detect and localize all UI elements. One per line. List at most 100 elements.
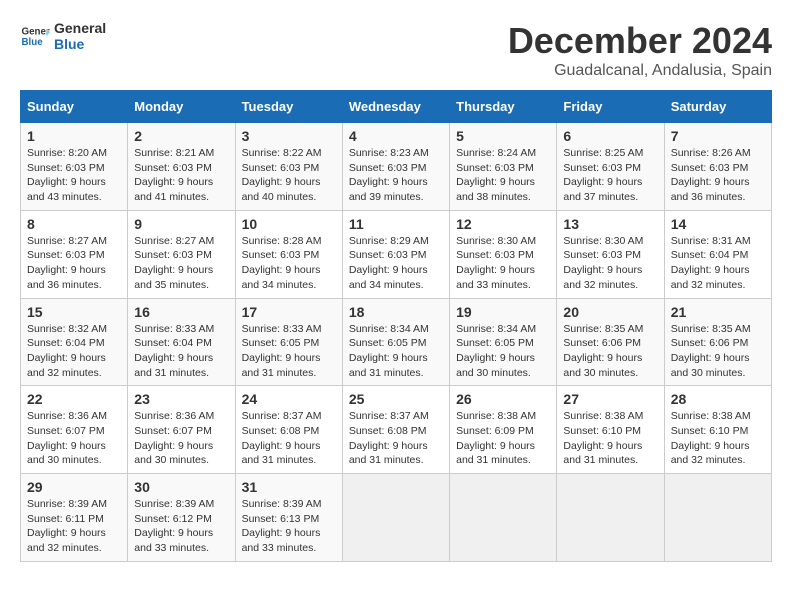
day-number: 22 <box>27 391 121 407</box>
day-info: Sunrise: 8:31 AMSunset: 6:04 PMDaylight:… <box>671 234 765 293</box>
calendar-table: SundayMondayTuesdayWednesdayThursdayFrid… <box>20 90 772 562</box>
calendar-cell: 29 Sunrise: 8:39 AMSunset: 6:11 PMDayligh… <box>21 474 128 562</box>
calendar-cell: 16Sunrise: 8:33 AMSunset: 6:04 PMDayligh… <box>128 298 235 386</box>
day-number: 11 <box>349 216 443 232</box>
day-info: Sunrise: 8:20 AMSunset: 6:03 PMDaylight:… <box>27 146 121 205</box>
day-info: Sunrise: 8:29 AMSunset: 6:03 PMDaylight:… <box>349 234 443 293</box>
day-info: Sunrise: 8:33 AMSunset: 6:04 PMDaylight:… <box>134 322 228 381</box>
day-info: Sunrise: 8:27 AMSunset: 6:03 PMDaylight:… <box>27 234 121 293</box>
calendar-cell: 8 Sunrise: 8:27 AMSunset: 6:03 PMDaylight… <box>21 210 128 298</box>
day-number: 23 <box>134 391 228 407</box>
svg-text:Blue: Blue <box>22 37 44 48</box>
day-info: Sunrise: 8:37 AMSunset: 6:08 PMDaylight:… <box>349 409 443 468</box>
day-info: Sunrise: 8:38 AMSunset: 6:10 PMDaylight:… <box>563 409 657 468</box>
calendar-cell: 11 Sunrise: 8:29 AMSunset: 6:03 PMDayligh… <box>342 210 449 298</box>
day-info: Sunrise: 8:36 AMSunset: 6:07 PMDaylight:… <box>27 409 121 468</box>
calendar-cell <box>664 474 771 562</box>
weekday-header-row: SundayMondayTuesdayWednesdayThursdayFrid… <box>21 91 772 123</box>
calendar-week-3: 15 Sunrise: 8:32 AMSunset: 6:04 PMDayligh… <box>21 298 772 386</box>
day-info: Sunrise: 8:30 AMSunset: 6:03 PMDaylight:… <box>563 234 657 293</box>
day-number: 24 <box>242 391 336 407</box>
calendar-cell: 2Sunrise: 8:21 AMSunset: 6:03 PMDaylight… <box>128 123 235 211</box>
day-info: Sunrise: 8:22 AMSunset: 6:03 PMDaylight:… <box>242 146 336 205</box>
day-info: Sunrise: 8:28 AMSunset: 6:03 PMDaylight:… <box>242 234 336 293</box>
calendar-cell: 17Sunrise: 8:33 AMSunset: 6:05 PMDayligh… <box>235 298 342 386</box>
day-info: Sunrise: 8:25 AMSunset: 6:03 PMDaylight:… <box>563 146 657 205</box>
day-info: Sunrise: 8:37 AMSunset: 6:08 PMDaylight:… <box>242 409 336 468</box>
day-info: Sunrise: 8:38 AMSunset: 6:10 PMDaylight:… <box>671 409 765 468</box>
logo-icon: General Blue <box>20 21 50 51</box>
calendar-cell: 23 Sunrise: 8:36 AMSunset: 6:07 PMDayligh… <box>128 386 235 474</box>
calendar-cell: 10 Sunrise: 8:28 AMSunset: 6:03 PMDayligh… <box>235 210 342 298</box>
day-number: 9 <box>134 216 228 232</box>
day-number: 15 <box>27 304 121 320</box>
calendar-cell: 27Sunrise: 8:38 AMSunset: 6:10 PMDayligh… <box>557 386 664 474</box>
day-number: 21 <box>671 304 765 320</box>
page-header: General Blue General Blue December 2024 … <box>20 20 772 80</box>
day-info: Sunrise: 8:34 AMSunset: 6:05 PMDaylight:… <box>456 322 550 381</box>
day-info: Sunrise: 8:23 AMSunset: 6:03 PMDaylight:… <box>349 146 443 205</box>
day-number: 8 <box>27 216 121 232</box>
calendar-week-2: 8 Sunrise: 8:27 AMSunset: 6:03 PMDaylight… <box>21 210 772 298</box>
day-number: 19 <box>456 304 550 320</box>
month-title: December 2024 <box>508 20 772 62</box>
calendar-cell: 21 Sunrise: 8:35 AMSunset: 6:06 PMDayligh… <box>664 298 771 386</box>
day-number: 7 <box>671 128 765 144</box>
calendar-cell: 26Sunrise: 8:38 AMSunset: 6:09 PMDayligh… <box>450 386 557 474</box>
calendar-cell: 5Sunrise: 8:24 AMSunset: 6:03 PMDaylight… <box>450 123 557 211</box>
calendar-cell: 7 Sunrise: 8:26 AMSunset: 6:03 PMDaylight… <box>664 123 771 211</box>
day-info: Sunrise: 8:35 AMSunset: 6:06 PMDaylight:… <box>563 322 657 381</box>
calendar-cell: 19 Sunrise: 8:34 AMSunset: 6:05 PMDayligh… <box>450 298 557 386</box>
weekday-header-thursday: Thursday <box>450 91 557 123</box>
weekday-header-saturday: Saturday <box>664 91 771 123</box>
day-number: 31 <box>242 479 336 495</box>
weekday-header-wednesday: Wednesday <box>342 91 449 123</box>
calendar-cell: 18Sunrise: 8:34 AMSunset: 6:05 PMDayligh… <box>342 298 449 386</box>
day-number: 13 <box>563 216 657 232</box>
calendar-cell: 6 Sunrise: 8:25 AMSunset: 6:03 PMDaylight… <box>557 123 664 211</box>
day-number: 6 <box>563 128 657 144</box>
day-number: 3 <box>242 128 336 144</box>
calendar-week-5: 29 Sunrise: 8:39 AMSunset: 6:11 PMDayligh… <box>21 474 772 562</box>
day-number: 10 <box>242 216 336 232</box>
calendar-cell: 14Sunrise: 8:31 AMSunset: 6:04 PMDayligh… <box>664 210 771 298</box>
day-info: Sunrise: 8:32 AMSunset: 6:04 PMDaylight:… <box>27 322 121 381</box>
day-info: Sunrise: 8:35 AMSunset: 6:06 PMDaylight:… <box>671 322 765 381</box>
day-number: 30 <box>134 479 228 495</box>
calendar-cell: 28Sunrise: 8:38 AMSunset: 6:10 PMDayligh… <box>664 386 771 474</box>
logo-general-text: General <box>54 20 106 36</box>
calendar-week-1: 1 Sunrise: 8:20 AMSunset: 6:03 PMDaylight… <box>21 123 772 211</box>
calendar-cell: 20 Sunrise: 8:35 AMSunset: 6:06 PMDayligh… <box>557 298 664 386</box>
day-number: 20 <box>563 304 657 320</box>
day-info: Sunrise: 8:27 AMSunset: 6:03 PMDaylight:… <box>134 234 228 293</box>
day-info: Sunrise: 8:26 AMSunset: 6:03 PMDaylight:… <box>671 146 765 205</box>
weekday-header-tuesday: Tuesday <box>235 91 342 123</box>
day-number: 25 <box>349 391 443 407</box>
logo: General Blue General Blue <box>20 20 106 52</box>
calendar-cell: 9 Sunrise: 8:27 AMSunset: 6:03 PMDaylight… <box>128 210 235 298</box>
day-info: Sunrise: 8:24 AMSunset: 6:03 PMDaylight:… <box>456 146 550 205</box>
calendar-cell: 24 Sunrise: 8:37 AMSunset: 6:08 PMDayligh… <box>235 386 342 474</box>
calendar-cell <box>557 474 664 562</box>
svg-text:General: General <box>22 27 51 38</box>
calendar-cell: 31Sunrise: 8:39 AMSunset: 6:13 PMDayligh… <box>235 474 342 562</box>
day-info: Sunrise: 8:30 AMSunset: 6:03 PMDaylight:… <box>456 234 550 293</box>
location: Guadalcanal, Andalusia, Spain <box>508 62 772 80</box>
day-number: 17 <box>242 304 336 320</box>
day-number: 12 <box>456 216 550 232</box>
day-number: 1 <box>27 128 121 144</box>
logo-blue-text: Blue <box>54 36 106 52</box>
day-number: 29 <box>27 479 121 495</box>
day-info: Sunrise: 8:39 AMSunset: 6:11 PMDaylight:… <box>27 497 121 556</box>
calendar-cell: 4 Sunrise: 8:23 AMSunset: 6:03 PMDaylight… <box>342 123 449 211</box>
calendar-cell: 3 Sunrise: 8:22 AMSunset: 6:03 PMDaylight… <box>235 123 342 211</box>
calendar-week-4: 22 Sunrise: 8:36 AMSunset: 6:07 PMDayligh… <box>21 386 772 474</box>
calendar-cell: 30Sunrise: 8:39 AMSunset: 6:12 PMDayligh… <box>128 474 235 562</box>
day-info: Sunrise: 8:36 AMSunset: 6:07 PMDaylight:… <box>134 409 228 468</box>
calendar-cell <box>450 474 557 562</box>
calendar-cell: 15 Sunrise: 8:32 AMSunset: 6:04 PMDayligh… <box>21 298 128 386</box>
day-info: Sunrise: 8:21 AMSunset: 6:03 PMDaylight:… <box>134 146 228 205</box>
weekday-header-friday: Friday <box>557 91 664 123</box>
weekday-header-monday: Monday <box>128 91 235 123</box>
day-number: 4 <box>349 128 443 144</box>
